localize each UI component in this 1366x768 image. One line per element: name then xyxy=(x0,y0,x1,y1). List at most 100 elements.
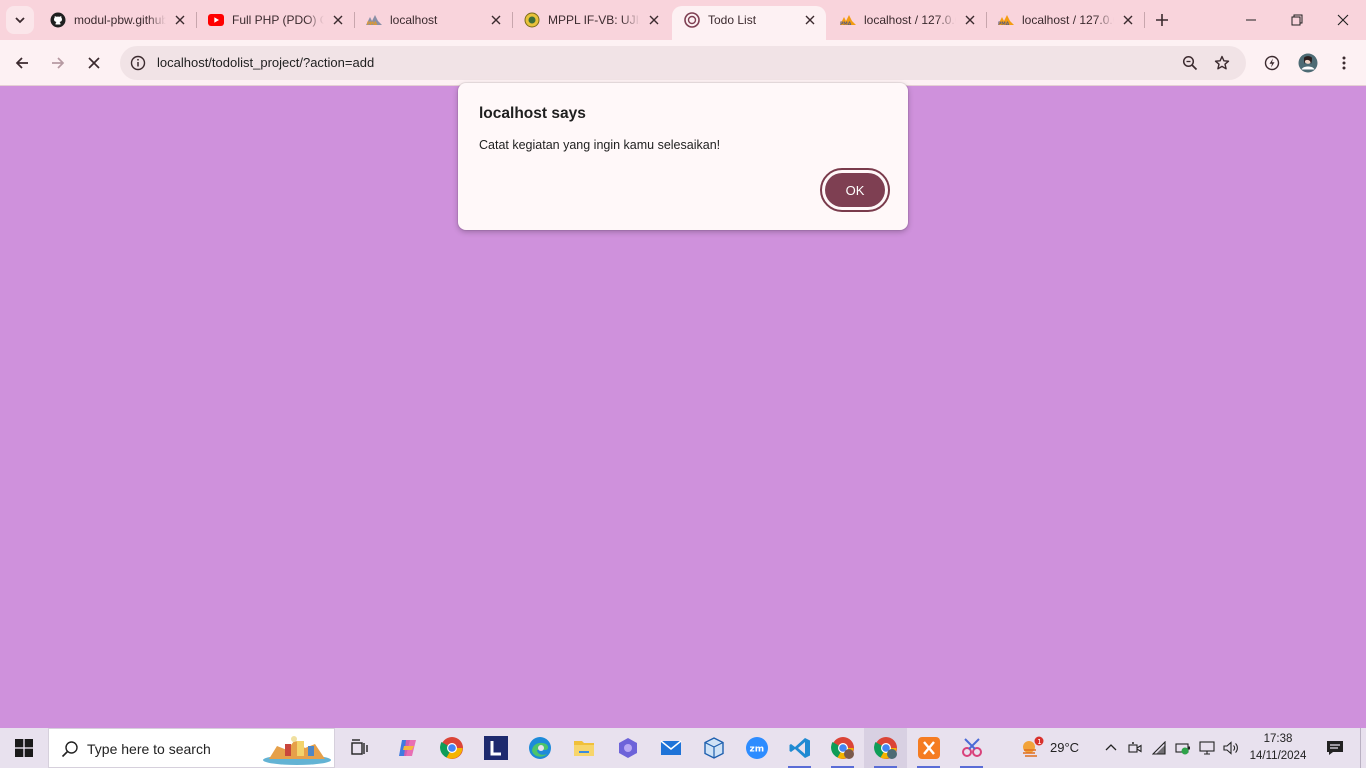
tab-title: localhost xyxy=(390,13,438,27)
xampp-icon xyxy=(917,737,940,759)
more-vertical-icon xyxy=(1342,56,1346,70)
network-button[interactable] xyxy=(1148,728,1172,768)
close-icon[interactable] xyxy=(488,12,504,28)
university-icon xyxy=(524,12,540,28)
tab-modul-pbw[interactable]: modul-pbw.github.io xyxy=(38,6,196,34)
tab-todo-list[interactable]: Todo List xyxy=(672,6,826,40)
address-bar[interactable]: localhost/todolist_project/?action=add xyxy=(120,46,1246,80)
chrome-icon xyxy=(439,737,463,759)
taskbar-clock[interactable]: 17:38 14/11/2024 xyxy=(1244,731,1312,765)
ok-button[interactable]: OK xyxy=(825,173,885,207)
edge-icon xyxy=(528,737,551,759)
search-icon xyxy=(61,741,78,758)
hexagon-app-button[interactable] xyxy=(606,728,649,768)
virtualbox-icon xyxy=(703,737,724,759)
notification-center-button[interactable] xyxy=(1318,728,1352,768)
svg-text:PMA: PMA xyxy=(367,21,378,26)
tab-mppl[interactable]: MPPL IF-VB: UJIAN xyxy=(512,6,670,34)
battery-icon xyxy=(1175,743,1190,755)
new-tab-button[interactable] xyxy=(1148,6,1176,34)
avatar-icon xyxy=(1298,53,1318,73)
phpmyadmin-icon: PMA xyxy=(366,12,382,28)
svg-text:PMA: PMA xyxy=(840,21,852,26)
close-icon[interactable] xyxy=(962,12,978,28)
show-hidden-icons-button[interactable] xyxy=(1100,728,1122,768)
close-icon[interactable] xyxy=(802,12,818,28)
task-view-button[interactable] xyxy=(338,728,381,768)
close-icon[interactable] xyxy=(330,12,346,28)
chrome-profile-button-1[interactable] xyxy=(821,728,864,768)
weather-cloud-icon: 1 xyxy=(1023,736,1044,757)
xampp-button[interactable] xyxy=(907,728,950,768)
performance-button[interactable] xyxy=(1256,47,1288,79)
browser-toolbar: localhost/todolist_project/?action=add xyxy=(0,40,1366,86)
search-placeholder: Type here to search xyxy=(87,741,211,757)
url-text[interactable]: localhost/todolist_project/?action=add xyxy=(157,55,374,70)
close-icon xyxy=(1337,14,1349,26)
snipping-tool-icon xyxy=(961,738,982,757)
chrome-profile-button-2[interactable] xyxy=(864,728,907,768)
hexagon-app-icon xyxy=(618,738,637,758)
snipping-tool-button[interactable] xyxy=(950,728,993,768)
minimize-icon xyxy=(1246,19,1256,21)
dialog-message: Catat kegiatan yang ingin kamu selesaika… xyxy=(479,138,721,152)
tab-title: localhost / 127.0.0.1 xyxy=(864,13,956,27)
vscode-button[interactable] xyxy=(778,728,821,768)
chrome-taskbar-button[interactable] xyxy=(430,728,473,768)
edge-button[interactable] xyxy=(518,728,561,768)
svg-text:PMA: PMA xyxy=(998,21,1010,26)
chevron-up-icon xyxy=(1105,744,1117,751)
zoom-icon[interactable] xyxy=(1178,51,1202,75)
weather-badge: 1 xyxy=(1037,738,1041,746)
plus-icon xyxy=(1156,14,1168,26)
taskbar-search[interactable]: Type here to search xyxy=(48,728,335,768)
arrow-right-icon xyxy=(52,57,65,69)
copilot-button[interactable] xyxy=(386,728,429,768)
restore-icon xyxy=(1291,14,1303,26)
launcher-l-icon xyxy=(483,736,508,760)
phpmyadmin-icon: PMA xyxy=(998,12,1014,28)
performance-icon xyxy=(1264,55,1280,71)
volume-button[interactable] xyxy=(1220,728,1242,768)
back-button[interactable] xyxy=(6,47,38,79)
minimize-button[interactable] xyxy=(1228,0,1274,40)
mail-button[interactable] xyxy=(649,728,692,768)
stop-loading-button[interactable] xyxy=(78,47,110,79)
zoom-icon: zm xyxy=(745,737,768,759)
site-info-icon[interactable] xyxy=(126,51,150,75)
weather-temperature[interactable]: 29°C xyxy=(1050,740,1079,755)
speaker-icon xyxy=(1223,741,1238,755)
forward-button[interactable] xyxy=(42,47,74,79)
close-window-button[interactable] xyxy=(1320,0,1366,40)
mail-icon xyxy=(660,740,681,755)
meet-now-button[interactable] xyxy=(1124,728,1146,768)
chrome-profile-icon xyxy=(830,737,854,759)
taskbar: Type here to search zm 1 29°C 17:38 14/1… xyxy=(0,728,1366,768)
file-explorer-button[interactable] xyxy=(562,728,605,768)
profile-avatar[interactable] xyxy=(1292,47,1324,79)
tab-full-php[interactable]: Full PHP (PDO) CRUD xyxy=(196,6,354,34)
tab-search-button[interactable] xyxy=(6,6,34,34)
file-explorer-icon xyxy=(573,741,594,756)
close-icon[interactable] xyxy=(172,12,188,28)
close-icon[interactable] xyxy=(1120,12,1136,28)
tab-localhost[interactable]: PMA localhost xyxy=(354,6,512,34)
close-icon[interactable] xyxy=(646,12,662,28)
close-icon xyxy=(88,57,100,69)
tab-phpmyadmin-1[interactable]: PMA localhost / 127.0.0.1 xyxy=(828,6,986,34)
restore-button[interactable] xyxy=(1274,0,1320,40)
battery-button[interactable] xyxy=(1172,728,1194,768)
show-desktop-button[interactable] xyxy=(1360,728,1366,768)
menu-button[interactable] xyxy=(1328,47,1360,79)
weather-widget[interactable]: 1 xyxy=(1014,728,1048,768)
tab-phpmyadmin-2[interactable]: PMA localhost / 127.0.0.1 xyxy=(986,6,1144,34)
bookmark-star-icon[interactable] xyxy=(1210,51,1234,75)
display-button[interactable] xyxy=(1196,728,1218,768)
start-button[interactable] xyxy=(0,728,48,768)
tab-title: MPPL IF-VB: UJIAN xyxy=(548,13,640,27)
notification-icon xyxy=(1327,741,1343,755)
ok-button-focus-ring: OK xyxy=(820,168,890,212)
zoom-button[interactable]: zm xyxy=(735,728,778,768)
launcher-l-button[interactable] xyxy=(474,728,517,768)
virtualbox-button[interactable] xyxy=(692,728,735,768)
